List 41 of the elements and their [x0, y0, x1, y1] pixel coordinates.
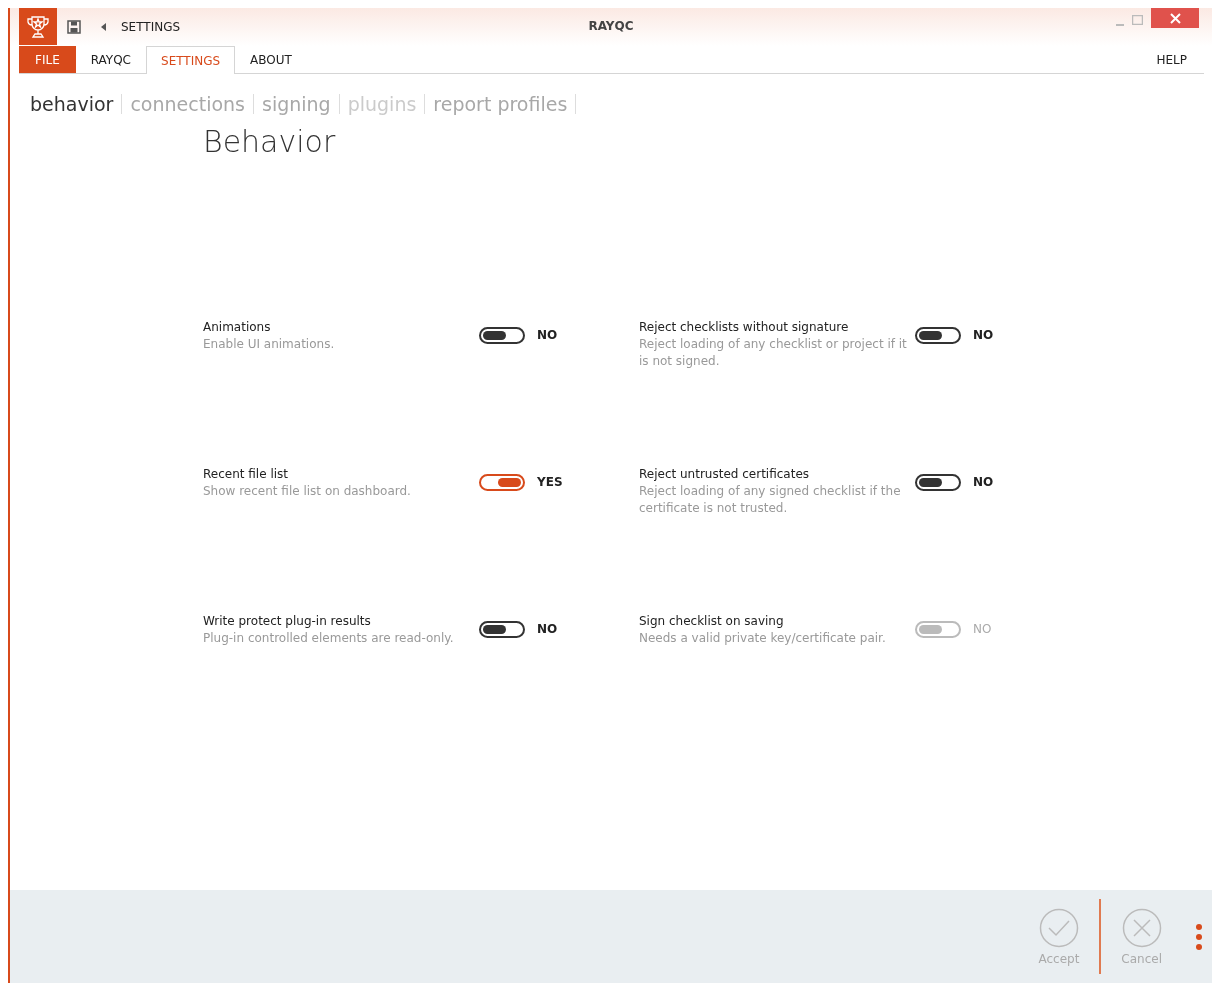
setting-description: Reject loading of any signed checklist if the certificate is not trusted.	[639, 483, 902, 517]
setting-title: Sign checklist on saving	[639, 613, 785, 630]
close-button[interactable]	[1151, 8, 1199, 28]
toggle-value: NO	[537, 328, 558, 342]
toggle-value: YES	[537, 475, 563, 489]
file-menu-button[interactable]: FILE	[19, 46, 76, 73]
toggle-switch[interactable]	[915, 474, 961, 491]
setting-description: Plug-in controlled elements are read-only.	[203, 630, 455, 647]
toggle-switch[interactable]	[479, 327, 525, 344]
setting-description: Reject loading of any checklist or project if it is not signed.	[639, 336, 908, 370]
toggle-value: NO	[973, 622, 992, 636]
setting-title: Write protect plug-in results	[203, 613, 372, 630]
close-icon	[1121, 907, 1162, 948]
page-heading: Behavior	[203, 124, 337, 159]
help-tab[interactable]: HELP	[1141, 46, 1204, 73]
ribbon-tab[interactable]: ABOUT	[235, 46, 307, 73]
window-title: RAYQC	[588, 19, 634, 33]
toggle-switch[interactable]	[479, 621, 525, 638]
toggle-value: NO	[973, 328, 994, 342]
section-link[interactable]: connections	[122, 94, 254, 114]
section-link[interactable]: signing	[254, 94, 340, 114]
toggle-switch[interactable]	[479, 474, 525, 491]
toggle-value: NO	[537, 622, 558, 636]
trophy-logo-icon[interactable]	[19, 8, 57, 45]
toggle-switch[interactable]	[915, 327, 961, 344]
setting-title: Animations	[203, 319, 272, 336]
close-icon	[1169, 12, 1181, 24]
section-link[interactable]: behavior	[30, 94, 123, 114]
ribbon-tab[interactable]: RAYQC	[75, 46, 146, 73]
toggle-value: NO	[973, 475, 994, 489]
setting-title: Recent file list	[203, 466, 289, 483]
breadcrumb: SETTINGS	[121, 20, 181, 34]
section-link[interactable]: report profiles	[425, 94, 577, 114]
setting-description: Enable UI animations.	[203, 336, 336, 353]
more-icon[interactable]	[1196, 923, 1202, 950]
setting-title: Reject untrusted certificates	[639, 466, 811, 483]
setting-description: Show recent file list on dashboard.	[203, 483, 412, 500]
setting-description: Needs a valid private key/certificate pair.	[639, 630, 887, 647]
ribbon-tab[interactable]: SETTINGS	[146, 46, 236, 74]
setting-title: Reject checklists without signature	[639, 319, 850, 336]
checkmark-icon	[1038, 907, 1079, 948]
